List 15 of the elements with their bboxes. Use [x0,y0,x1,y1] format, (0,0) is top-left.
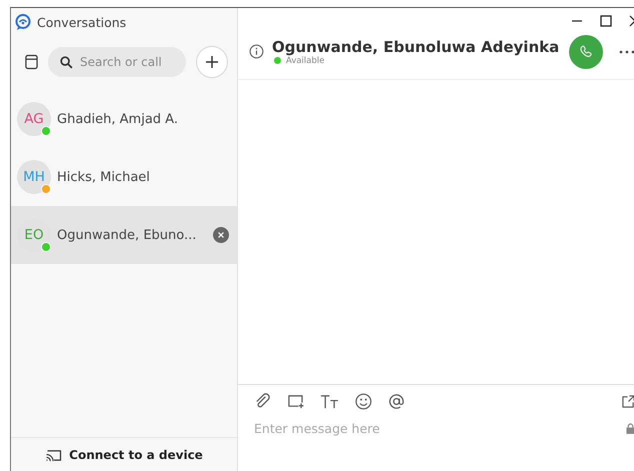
search-field[interactable]: Search or call [48,47,186,77]
avatar-initials: EO [24,227,44,243]
contact-name: Ghadieh, Amjad A. [57,112,179,126]
conversation-item[interactable]: AG Ghadieh, Amjad A. [11,90,237,148]
contact-name: Ogunwande, Ebuno... [57,228,198,242]
contact-name: Ogunwande, Ebunoluwa Adeyinka [272,38,560,56]
conversation-item[interactable]: EO Ogunwande, Ebuno... [11,206,237,264]
status-text: Available [286,56,324,66]
contact-name: Hicks, Michael [57,170,151,184]
app-title: Conversations [37,14,126,30]
connect-device-button[interactable]: Connect to a device [41,446,207,464]
message-field[interactable]: Enter message here [254,421,626,436]
avatar-initials: MH [23,169,45,185]
conversation-item[interactable]: MH Hicks, Michael [11,148,237,206]
avatar-initials: AG [24,111,44,127]
